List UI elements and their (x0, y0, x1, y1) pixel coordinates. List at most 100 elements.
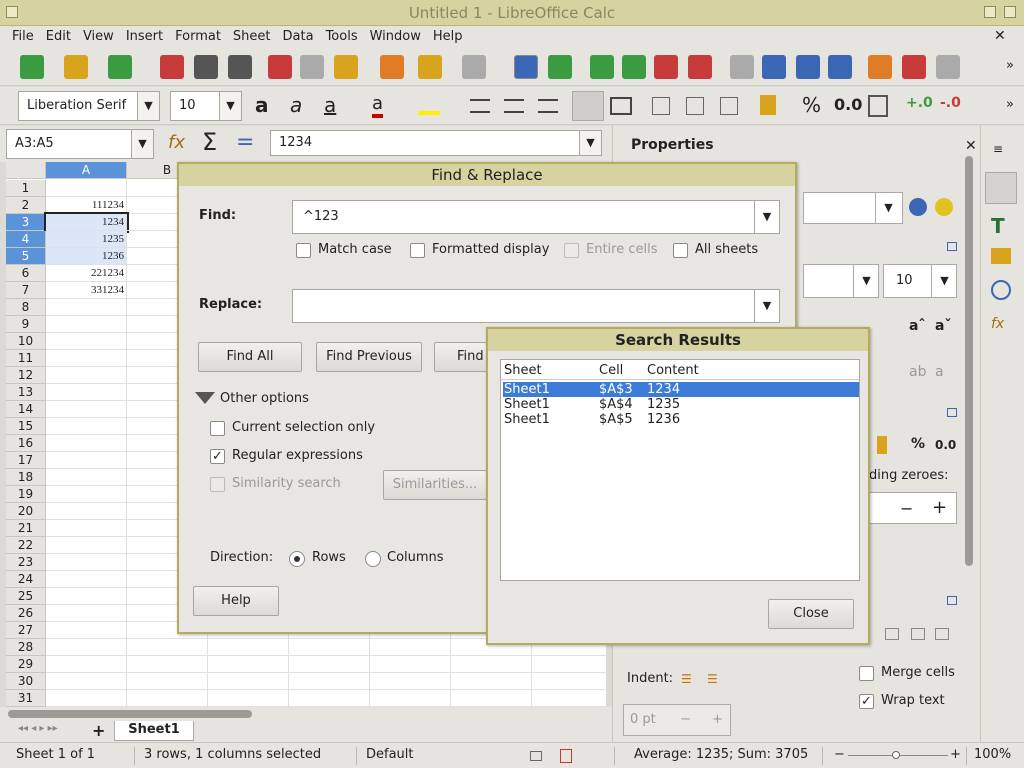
align-middle-icon[interactable] (911, 628, 925, 640)
grid-cell[interactable] (370, 690, 451, 707)
rows-radio[interactable] (289, 551, 305, 567)
grid-cell[interactable] (208, 690, 289, 707)
sidebar-menu-icon[interactable]: ≡ (993, 142, 1003, 156)
navigator-deck-icon[interactable] (991, 280, 1011, 300)
grid-cell[interactable] (46, 452, 127, 469)
toolbar-overflow-icon[interactable]: » (1006, 97, 1014, 112)
number-format-icon[interactable]: 0.0 (935, 438, 956, 452)
other-options-label[interactable]: Other options (220, 391, 309, 406)
grid-cell[interactable]: 1236 (46, 248, 127, 265)
grid-cell[interactable] (46, 333, 127, 350)
grid-cell[interactable] (370, 656, 451, 673)
styles-deck-icon[interactable]: T (991, 214, 1005, 238)
zoom-out-icon[interactable]: − (834, 747, 845, 762)
row-header[interactable]: 2 (6, 197, 46, 214)
new-style-icon[interactable] (935, 198, 953, 216)
wrap-text-checkbox[interactable]: ✓ (859, 694, 874, 709)
row-header[interactable]: 30 (6, 673, 46, 690)
grid-cell[interactable]: 331234 (46, 282, 127, 299)
zoom-in-icon[interactable]: + (950, 747, 961, 762)
header-cell[interactable]: Cell (599, 363, 623, 378)
grid-cell[interactable] (532, 673, 606, 690)
row-header[interactable]: 1 (6, 180, 46, 197)
align-right-icon[interactable] (538, 99, 558, 113)
align-bottom-icon[interactable] (720, 97, 738, 115)
autofilter-icon[interactable] (828, 55, 852, 79)
column-header-a[interactable]: A (46, 162, 127, 179)
similarity-search-checkbox[interactable] (210, 477, 225, 492)
undo-icon[interactable] (418, 55, 442, 79)
grid-cell[interactable] (46, 418, 127, 435)
grid-cell[interactable] (46, 435, 127, 452)
expander-icon[interactable] (195, 392, 215, 404)
row-header[interactable]: 3 (6, 214, 46, 231)
formula-input[interactable]: 1234 ▼ (270, 130, 602, 156)
more-options-icon[interactable] (947, 408, 957, 417)
insert-row-icon[interactable] (590, 55, 614, 79)
pivot-table-icon[interactable] (936, 55, 960, 79)
print-icon[interactable] (194, 55, 218, 79)
sort-descending-icon[interactable] (796, 55, 820, 79)
replace-input[interactable] (292, 289, 780, 323)
row-header[interactable]: 4 (6, 231, 46, 248)
find-replace-icon[interactable] (514, 55, 538, 79)
row-header[interactable]: 17 (6, 452, 46, 469)
formula-icon[interactable]: = (236, 130, 254, 155)
grid-cell[interactable] (46, 384, 127, 401)
bold-icon[interactable]: a (255, 93, 269, 117)
menu-tools[interactable]: Tools (320, 26, 364, 48)
align-bottom-icon[interactable] (935, 628, 949, 640)
percent-icon[interactable]: % (802, 93, 821, 117)
minus-icon[interactable]: − (900, 499, 913, 518)
insert-column-icon[interactable] (622, 55, 646, 79)
gallery-deck-icon[interactable] (991, 248, 1011, 264)
row-header[interactable]: 18 (6, 469, 46, 486)
result-row[interactable]: Sheet1 $A$3 1234 (503, 382, 859, 397)
grid-cell[interactable] (289, 656, 370, 673)
chevron-down-icon[interactable]: ▼ (579, 131, 601, 155)
shrink-font-icon[interactable]: aˇ (935, 318, 951, 334)
results-list[interactable]: Sheet Cell Content Sheet1 $A$3 1234 Shee… (500, 359, 860, 581)
row-header[interactable]: 23 (6, 554, 46, 571)
grid-cell[interactable] (46, 299, 127, 316)
grid-cell[interactable] (46, 673, 127, 690)
row-header[interactable]: 28 (6, 639, 46, 656)
grow-font-icon[interactable]: aˆ (909, 318, 925, 334)
grid-cell[interactable] (46, 401, 127, 418)
currency-icon[interactable] (877, 436, 887, 454)
menu-edit[interactable]: Edit (40, 26, 77, 48)
indent-input[interactable]: 0 pt − + (623, 704, 731, 736)
grid-cell[interactable] (532, 690, 606, 707)
row-header[interactable]: 20 (6, 503, 46, 520)
grid-cell[interactable] (46, 316, 127, 333)
zoom-level[interactable]: 100% (974, 747, 1011, 762)
grid-cell[interactable] (208, 673, 289, 690)
more-options-icon[interactable] (947, 242, 957, 251)
sort-icon[interactable] (730, 55, 754, 79)
grid-cell[interactable] (451, 690, 532, 707)
row-header[interactable]: 26 (6, 605, 46, 622)
close-sidebar-icon[interactable]: ✕ (965, 138, 977, 154)
more-options-icon[interactable] (947, 596, 957, 605)
add-sheet-icon[interactable]: + (92, 721, 105, 740)
grid-cell[interactable]: 221234 (46, 265, 127, 282)
font-color-icon[interactable]: a (372, 93, 384, 118)
close-button[interactable]: Close (768, 599, 854, 629)
spelling-icon[interactable] (548, 55, 572, 79)
new-icon[interactable] (20, 55, 44, 79)
align-left-icon[interactable] (470, 99, 490, 113)
print-preview-icon[interactable] (228, 55, 252, 79)
grid-cell[interactable] (451, 656, 532, 673)
grid-cell[interactable] (46, 180, 127, 197)
help-button[interactable]: Help (193, 586, 279, 616)
zoom-slider-handle[interactable] (892, 751, 900, 759)
grid-cell[interactable] (46, 571, 127, 588)
row-header[interactable]: 15 (6, 418, 46, 435)
grid-cell[interactable]: 111234 (46, 197, 127, 214)
selection-mode-icon[interactable] (530, 751, 542, 761)
select-all-corner[interactable] (6, 162, 46, 179)
chevron-down-icon[interactable]: ▼ (875, 192, 901, 224)
close-document-icon[interactable]: ✕ (994, 28, 1006, 44)
minimize-button[interactable] (984, 6, 996, 18)
increase-indent-icon[interactable]: ☰ (681, 672, 692, 686)
